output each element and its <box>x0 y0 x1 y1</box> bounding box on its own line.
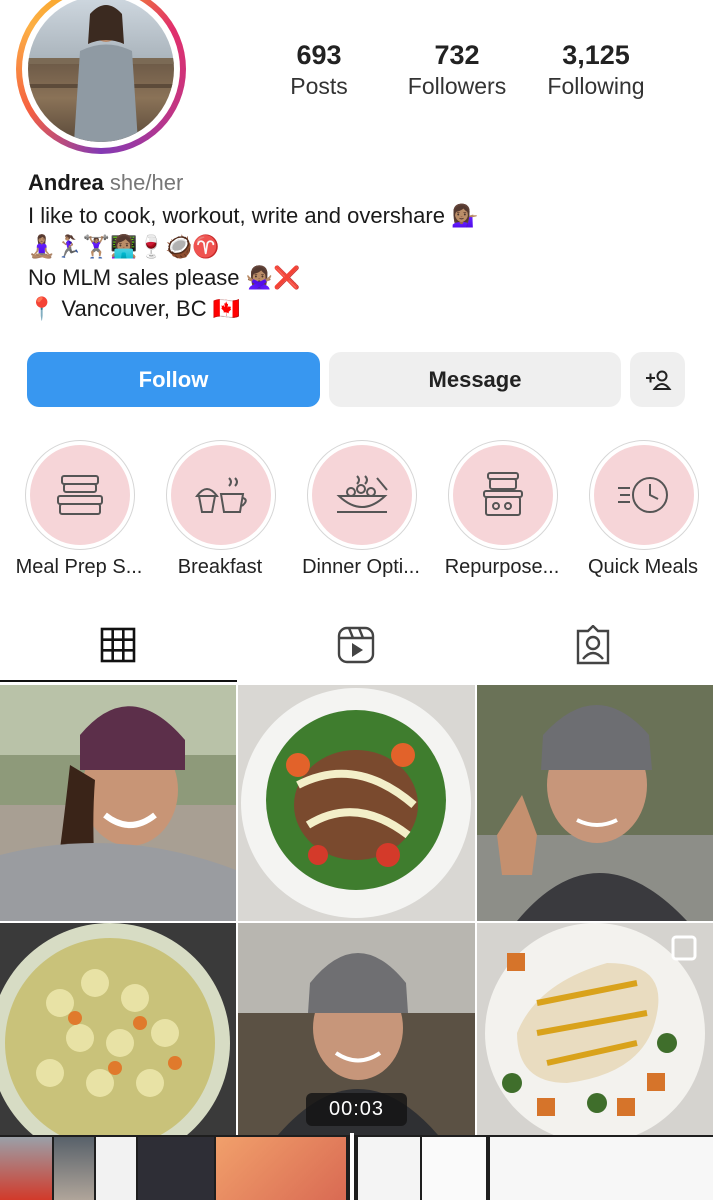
scrubber-frame <box>358 1137 420 1200</box>
post-thumbnail[interactable] <box>477 685 713 921</box>
scrubber-frame <box>422 1137 486 1200</box>
bio-line-4: 📍 Vancouver, BC 🇨🇦 <box>28 296 241 321</box>
bio-line-3: No MLM sales please 🙅🏽‍♀️❌ <box>28 265 301 290</box>
posts-count: 693 <box>296 40 342 70</box>
bio-line-2: 🧘🏽‍♀️🏃🏽‍♀️🏋🏽‍♀️👩🏽‍💻🍷🥥♈ <box>28 234 220 259</box>
stacked-containers-icon <box>483 472 523 516</box>
pronouns: she/her <box>109 170 184 195</box>
followers-label: Followers <box>407 73 507 99</box>
stat-following[interactable]: 3,125 Following <box>536 40 656 100</box>
add-person-icon <box>645 370 672 390</box>
highlight-label: Quick Meals <box>587 556 699 578</box>
tab-reels[interactable] <box>336 625 376 665</box>
highlight-label: Dinner Opti... <box>302 556 420 578</box>
highlight-dinner[interactable] <box>307 440 417 550</box>
tagged-icon <box>576 625 610 665</box>
message-button[interactable]: Message <box>329 352 621 407</box>
scrubber-frame <box>490 1137 713 1200</box>
profile-name-row: Andrea she/her <box>28 170 183 196</box>
tab-tagged[interactable] <box>573 625 613 665</box>
followers-count: 732 <box>434 40 480 70</box>
reels-icon <box>337 626 375 664</box>
follow-button[interactable]: Follow <box>27 352 320 407</box>
highlight-repurpose[interactable] <box>448 440 558 550</box>
active-tab-indicator <box>0 680 237 682</box>
muffin-coffee-icon <box>195 477 247 513</box>
scrubber-frame <box>96 1137 136 1200</box>
highlight-meal-prep[interactable] <box>25 440 135 550</box>
scrubber-frame <box>54 1137 94 1200</box>
grid-icon <box>100 627 136 663</box>
following-label: Following <box>547 73 645 99</box>
stat-followers[interactable]: 732 Followers <box>396 40 518 100</box>
scrubber-frame <box>216 1137 346 1200</box>
dinner-bowl-icon <box>336 475 388 513</box>
highlight-label: Meal Prep S... <box>15 556 143 578</box>
bio-line-1: I like to cook, workout, write and overs… <box>28 203 479 228</box>
scrubber-frame <box>0 1137 52 1200</box>
stat-posts[interactable]: 693 Posts <box>264 40 374 100</box>
tab-posts-grid[interactable] <box>98 625 138 665</box>
following-count: 3,125 <box>562 40 630 70</box>
timer-clock-icon <box>618 477 668 513</box>
post-thumbnail[interactable] <box>477 923 713 1135</box>
highlight-label: Breakfast <box>177 556 263 578</box>
meal-prep-containers-icon <box>57 475 103 515</box>
highlight-breakfast[interactable] <box>166 440 276 550</box>
suggested-people-button[interactable] <box>630 352 685 407</box>
post-thumbnail[interactable] <box>0 923 236 1135</box>
post-thumbnail[interactable] <box>238 685 475 921</box>
username: Andrea <box>28 170 104 195</box>
video-timestamp: 00:03 <box>306 1093 407 1126</box>
scrubber-frame <box>138 1137 214 1200</box>
highlight-label: Repurpose... <box>444 556 560 578</box>
post-thumbnail[interactable] <box>0 685 236 921</box>
highlight-quick-meals[interactable] <box>589 440 699 550</box>
avatar[interactable] <box>28 0 174 142</box>
posts-label: Posts <box>290 73 348 99</box>
scrubber-playhead[interactable] <box>350 1133 354 1200</box>
